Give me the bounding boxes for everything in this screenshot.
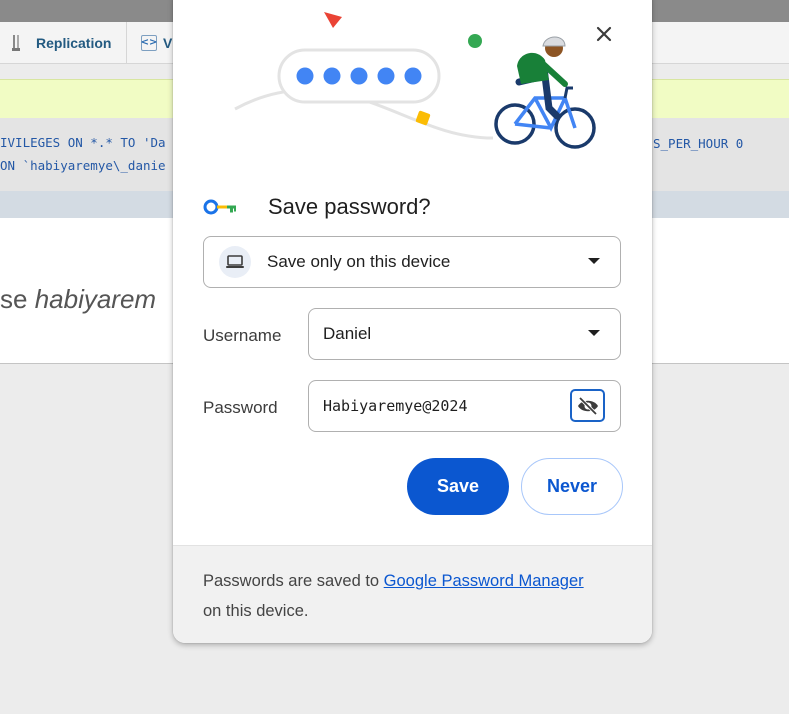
dialog-footer: Passwords are saved to Google Password M… bbox=[173, 545, 652, 643]
replication-icon bbox=[10, 34, 22, 52]
never-button[interactable]: Never bbox=[521, 458, 623, 515]
save-password-dialog: Save password? Save only on this device … bbox=[173, 0, 652, 643]
variables-icon: <> bbox=[141, 34, 157, 51]
laptop-icon bbox=[219, 246, 251, 278]
database-heading-name: habiyarem bbox=[34, 284, 157, 314]
tab-variables[interactable]: <> V bbox=[127, 22, 173, 63]
footer-prefix: Passwords are saved to bbox=[203, 572, 384, 590]
password-field[interactable]: Habiyaremye@2024 bbox=[308, 380, 621, 432]
tab-variables-label: V bbox=[163, 34, 173, 51]
password-label: Password bbox=[203, 398, 278, 417]
save-location-value: Save only on this device bbox=[267, 252, 451, 271]
password-manager-link[interactable]: Google Password Manager bbox=[384, 572, 584, 590]
close-icon[interactable] bbox=[591, 21, 617, 47]
username-dropdown[interactable]: Daniel bbox=[308, 308, 621, 360]
footer-suffix: on this device. bbox=[203, 602, 309, 620]
footer-text: Passwords are saved to Google Password M… bbox=[203, 566, 623, 626]
database-heading-prefix: se bbox=[0, 284, 35, 314]
password-value: Habiyaremye@2024 bbox=[323, 397, 468, 415]
bicycle-illustration bbox=[234, 12, 596, 149]
chevron-down-icon bbox=[588, 258, 600, 264]
sql-line-1-end: S_PER_HOUR 0 bbox=[653, 136, 744, 151]
eye-off-icon[interactable] bbox=[570, 389, 605, 422]
database-heading: se habiyarem bbox=[0, 284, 156, 315]
username-label: Username bbox=[203, 326, 282, 345]
key-icon bbox=[203, 192, 239, 222]
tab-replication-label: Replication bbox=[36, 34, 112, 51]
sql-line-2: ON `habiyaremye\_danie bbox=[0, 158, 166, 173]
chevron-down-icon bbox=[588, 330, 600, 336]
save-button[interactable]: Save bbox=[407, 458, 509, 515]
sql-line-1: IVILEGES ON *.* TO 'Da bbox=[0, 135, 166, 150]
dialog-title: Save password? bbox=[268, 194, 431, 219]
save-location-select[interactable]: Save only on this device bbox=[203, 236, 621, 288]
username-value: Daniel bbox=[323, 324, 372, 343]
tab-replication[interactable]: Replication bbox=[0, 22, 127, 63]
